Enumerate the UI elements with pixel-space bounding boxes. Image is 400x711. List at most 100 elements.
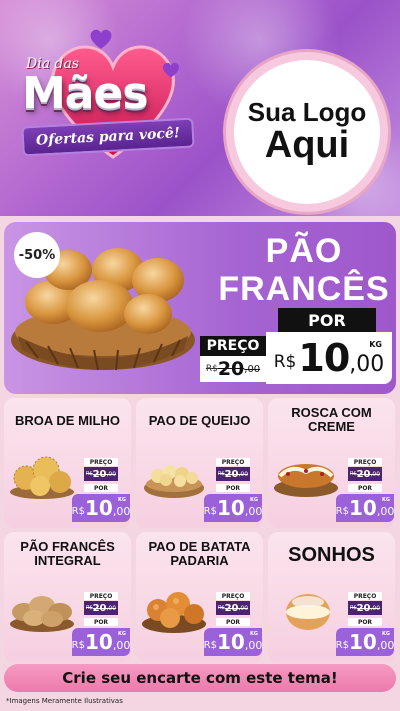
featured-title: PÃO FRANCÊS xyxy=(218,232,390,308)
unit-label: KG xyxy=(250,497,258,503)
product-card[interactable]: BROA DE MILHO PREÇO R$ 20 ,00 POR R$ 10 … xyxy=(4,398,131,528)
header-banner: Dia das Mães Ofertas para você! Sua Logo… xyxy=(0,0,400,216)
preco-label: PREÇO xyxy=(348,458,382,466)
old-price: R$ 20 ,00 xyxy=(84,467,118,481)
product-card[interactable]: SONHOS PREÇO R$ 20 ,00 POR R$ 10 ,00 KG xyxy=(268,532,395,662)
old-price: R$ 20 ,00 xyxy=(216,601,250,615)
price-cents: ,00 xyxy=(370,604,381,612)
price-cents: ,00 xyxy=(244,638,263,652)
por-label: POR xyxy=(278,308,376,332)
currency: R$ xyxy=(335,639,349,651)
currency: R$ xyxy=(273,352,297,372)
new-price: R$ 10 ,00 KG xyxy=(266,332,392,384)
price-value: 10 xyxy=(298,336,350,380)
price-cents: ,00 xyxy=(238,470,249,478)
new-price: R$ 10 ,00 KG xyxy=(72,494,130,522)
preco-label: PREÇO xyxy=(200,336,266,356)
pao-integral-icon xyxy=(10,596,74,632)
unit-label: KG xyxy=(118,497,126,503)
price-value: 20 xyxy=(92,602,107,614)
product-card[interactable]: PÃO FRANCÊS INTEGRAL PREÇO R$ 20 ,00 POR… xyxy=(4,532,131,662)
currency: R$ xyxy=(71,639,85,651)
heart-icon xyxy=(90,29,112,49)
product-name: PAO DE QUEIJO xyxy=(148,413,251,428)
por-label: POR xyxy=(348,484,382,492)
price-cents: ,00 xyxy=(376,638,395,652)
price-cents: ,00 xyxy=(238,604,249,612)
old-price: R$ 20 ,00 xyxy=(348,467,382,481)
price-cents: ,00 xyxy=(112,504,131,518)
unit-label: KG xyxy=(382,497,390,503)
preco-label: PREÇO xyxy=(84,458,118,466)
price-value: 20 xyxy=(92,468,107,480)
price-value: 20 xyxy=(356,602,371,614)
preco-label: PREÇO xyxy=(216,458,250,466)
preco-label: PREÇO xyxy=(84,592,118,600)
price-cents: ,00 xyxy=(244,504,263,518)
price-value: 20 xyxy=(224,602,239,614)
unit-label: KG xyxy=(250,631,258,637)
currency: R$ xyxy=(203,505,217,517)
sonho-icon xyxy=(286,594,330,630)
currency: R$ xyxy=(349,471,357,477)
old-price: R$ 20 ,00 xyxy=(84,601,118,615)
old-price: R$ 20 ,00 xyxy=(348,601,382,615)
product-name: BROA DE MILHO xyxy=(15,413,120,428)
product-name: SONHOS xyxy=(288,544,375,566)
currency: R$ xyxy=(203,639,217,651)
price-value: 10 xyxy=(348,496,377,520)
campaign-title: Mães xyxy=(22,68,149,119)
price-value: 10 xyxy=(84,630,113,654)
preco-label: PREÇO xyxy=(348,592,382,600)
price-value: 10 xyxy=(216,630,245,654)
currency: R$ xyxy=(217,605,225,611)
currency: R$ xyxy=(335,505,349,517)
logo-text: Sua Logo xyxy=(247,96,367,127)
por-label: POR xyxy=(216,618,250,626)
price-cents: ,00 xyxy=(244,363,261,375)
logo-placeholder: Sua Logo Aqui xyxy=(226,52,388,212)
pao-de-queijo-icon xyxy=(144,465,204,498)
product-card[interactable]: ROSCA COM CREME PREÇO R$ 20 ,00 POR R$ 1… xyxy=(268,398,395,528)
currency: R$ xyxy=(205,364,218,374)
price-value: 20 xyxy=(224,468,239,480)
product-card[interactable]: PAO DE QUEIJO PREÇO R$ 20 ,00 POR R$ 10 … xyxy=(136,398,263,528)
currency: R$ xyxy=(217,471,225,477)
por-label: POR xyxy=(84,484,118,492)
price-cents: ,00 xyxy=(106,604,117,612)
price-cents: ,00 xyxy=(370,470,381,478)
old-price: R$ 20 ,00 xyxy=(200,356,266,382)
heart-icon xyxy=(162,62,180,78)
price-value: 20 xyxy=(217,358,245,380)
preco-label: PREÇO xyxy=(216,592,250,600)
new-price: R$ 10 ,00 KG xyxy=(204,494,262,522)
price-value: 20 xyxy=(356,468,371,480)
featured-title-line: FRANCÊS xyxy=(218,270,390,308)
new-price: R$ 10 ,00 KG xyxy=(72,628,130,656)
product-name: PAO DE BATATA PADARIA xyxy=(148,539,251,568)
logo-text: Aqui xyxy=(264,124,350,167)
new-price: R$ 10 ,00 KG xyxy=(336,494,394,522)
broa-icon xyxy=(10,456,74,499)
pao-de-batata-icon xyxy=(142,592,206,633)
new-price: R$ 10 ,00 KG xyxy=(204,628,262,656)
currency: R$ xyxy=(85,471,93,477)
unit-label: KG xyxy=(382,631,390,637)
unit-label: KG xyxy=(118,631,126,637)
currency: R$ xyxy=(71,505,85,517)
por-label: POR xyxy=(84,618,118,626)
price-value: 10 xyxy=(216,496,245,520)
price-value: 10 xyxy=(348,630,377,654)
discount-badge: -50% xyxy=(14,232,60,278)
currency: R$ xyxy=(349,605,357,611)
price-cents: ,00 xyxy=(349,351,385,377)
featured-title-line: PÃO xyxy=(265,232,343,270)
price-value: 10 xyxy=(84,496,113,520)
create-flyer-button[interactable]: Crie seu encarte com este tema! xyxy=(4,664,396,692)
disclaimer: *Imagens Meramente Ilustrativas xyxy=(6,697,123,705)
old-price: R$ 20 ,00 xyxy=(216,467,250,481)
product-card[interactable]: PAO DE BATATA PADARIA PREÇO R$ 20 ,00 PO… xyxy=(136,532,263,662)
unit-label: KG xyxy=(369,340,382,349)
product-name: PÃO FRANCÊS INTEGRAL xyxy=(20,539,115,568)
price-cents: ,00 xyxy=(376,504,395,518)
